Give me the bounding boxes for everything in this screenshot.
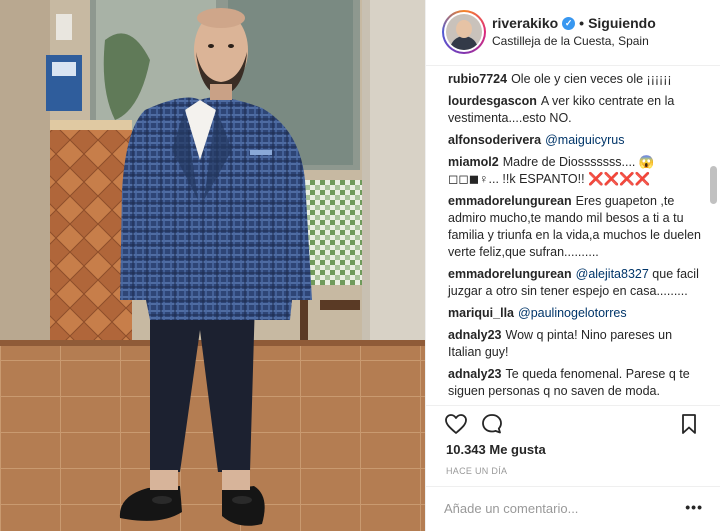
comment-mention[interactable]: @maiguicyrus [545,133,624,147]
following-button[interactable]: Siguiendo [588,15,656,31]
add-comment-input[interactable] [444,497,674,519]
comment-item: adnaly23 Wow q pinta! Nino pareses un Ita… [448,327,711,361]
comment-username[interactable]: adnaly23 [448,328,502,342]
post-sidebar: riverakiko ✓ • Siguiendo Castilleja de l… [425,0,720,531]
comment-username[interactable]: lourdesgascon [448,94,537,108]
comment-username[interactable]: alfonsoderivera [448,133,541,147]
verified-badge-icon: ✓ [562,16,576,30]
post-photo-scene [0,0,425,531]
comment-username[interactable]: emmadorelungurean [448,194,572,208]
comments-scrollbar[interactable] [710,166,717,204]
comment-mention[interactable]: @alejita8327 [576,267,649,281]
comment-item: lourdesgascon A ver kiko centrate en la v… [448,93,711,127]
heart-icon[interactable] [444,412,468,436]
post-timestamp: HACE UN DÍA [446,466,508,476]
comment-item: rubio7724 Ole ole y cien veces ole ¡¡¡¡¡¡ [448,71,711,88]
user-line: riverakiko ✓ • Siguiendo [492,15,656,31]
post-header: riverakiko ✓ • Siguiendo Castilleja de l… [426,0,720,66]
comment-text: Ole ole y cien veces ole ¡¡¡¡¡¡ [511,72,672,86]
username-link[interactable]: riverakiko [492,15,558,31]
add-comment-bar: ••• [426,486,720,531]
comment-item: miamol2 Madre de Diosssssss.... 😱◻◻◼♀... … [448,154,711,188]
comment-mention[interactable]: @paulinogelotorres [518,306,627,320]
separator-dot: • [579,15,585,31]
comment-item: mariqui_lla @paulinogelotorres [448,305,711,322]
post-photo[interactable] [0,0,425,531]
comment-item: adnaly23 Te queda fenomenal. Parese q te … [448,366,711,400]
comment-username[interactable]: miamol2 [448,155,499,169]
comment-item: emmadorelungurean @alejita8327 que facil … [448,266,711,300]
comments-list[interactable]: rubio7724 Ole ole y cien veces ole ¡¡¡¡¡¡… [426,66,720,405]
post-actions: 10.343 Me gusta HACE UN DÍA [426,405,720,495]
bookmark-icon[interactable] [677,412,701,436]
comment-username[interactable]: adnaly23 [448,367,502,381]
avatar[interactable] [442,10,486,54]
comment-icon[interactable] [480,412,504,436]
location-link[interactable]: Castilleja de la Cuesta, Spain [492,34,649,48]
comment-username[interactable]: rubio7724 [448,72,507,86]
more-options-button[interactable]: ••• [685,499,703,515]
likes-count[interactable]: 10.343 Me gusta [446,442,546,457]
comment-username[interactable]: emmadorelungurean [448,267,572,281]
comment-item: alfonsoderivera @maiguicyrus [448,132,711,149]
comment-item: emmadorelungurean Eres guapeton ,te admir… [448,193,711,261]
comment-username[interactable]: mariqui_lla [448,306,514,320]
